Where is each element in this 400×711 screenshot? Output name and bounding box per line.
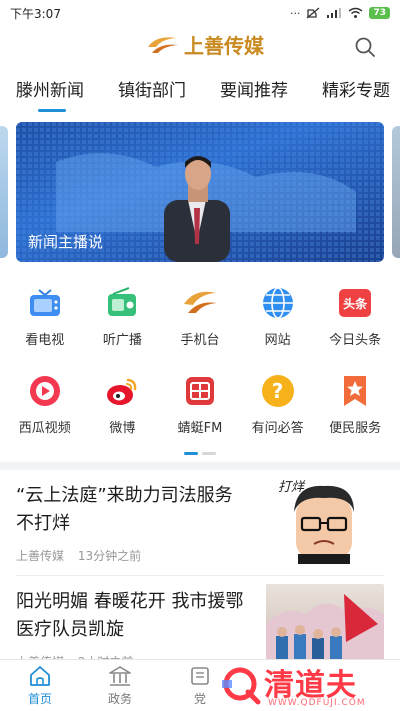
- party-icon: [191, 667, 209, 685]
- nav-label: 首页: [27, 692, 52, 706]
- logo-text: 上善传媒: [184, 34, 264, 58]
- news-title: “云上法庭”来助力司法服务不打烊: [16, 485, 233, 534]
- banner-caption: 新闻主播说: [28, 233, 104, 251]
- government-icon: [109, 666, 131, 686]
- thumb-caption: 打烊: [278, 480, 305, 495]
- category-tabs: 滕州新闻 镇街部门 要闻推荐 精彩专题: [0, 72, 400, 112]
- signal-icon: [327, 8, 342, 18]
- news-source: 上善传媒: [16, 549, 65, 563]
- bookmark-star-icon: [344, 376, 367, 406]
- dots-icon: ···: [289, 6, 301, 20]
- grid-item-label: 网站: [264, 333, 291, 348]
- grid-item-website[interactable]: 网站: [242, 284, 314, 372]
- page-dot: [202, 452, 216, 455]
- radio-icon: [108, 287, 137, 316]
- news-thumbnail: 打烊: [266, 478, 384, 564]
- logo-swoosh-icon: [148, 36, 178, 53]
- qingting-fm-icon: [185, 377, 214, 405]
- grid-item-label: 微博: [109, 421, 136, 436]
- tab-featured-topics[interactable]: 精彩专题: [306, 72, 390, 112]
- toutiao-badge-text: 头条: [343, 296, 368, 311]
- app-header: 上善传媒: [0, 26, 400, 68]
- question-icon: ?: [261, 375, 294, 407]
- grid-item-label: 手机台: [180, 333, 220, 348]
- tab-tengzhou-news[interactable]: 滕州新闻: [0, 72, 84, 112]
- banner-slide[interactable]: 新闻主播说: [16, 122, 384, 262]
- grid-item-toutiao[interactable]: 头条 今日头条: [319, 284, 391, 372]
- watermark-logo-icon: [222, 667, 261, 705]
- status-icons: ··· 73: [290, 7, 390, 20]
- nav-home[interactable]: 首页: [0, 660, 80, 711]
- grid-item-weibo[interactable]: 微博: [86, 372, 158, 460]
- tab-recommended-news[interactable]: 要闻推荐: [204, 72, 288, 112]
- status-time: 下午3:07: [10, 6, 61, 21]
- prev-slide-peek[interactable]: [0, 126, 8, 258]
- grid-page-indicator: [0, 452, 400, 455]
- grid-item-label: 蜻蜓FM: [177, 421, 223, 436]
- grid-item-qa[interactable]: ? 有问必答: [242, 372, 314, 460]
- section-divider: [0, 462, 400, 470]
- tab-town-departments[interactable]: 镇街部门: [102, 72, 186, 112]
- news-item[interactable]: “云上法庭”来助力司法服务不打烊 上善传媒 13分钟之前 打烊: [16, 470, 384, 576]
- grid-row: 看电视 听广播 手机台 网站 头条 今日头条: [0, 284, 400, 372]
- service-grid: 看电视 听广播 手机台 网站 头条 今日头条 西瓜视频 微博 蜻蜓FM ? 有问…: [0, 284, 400, 460]
- xigua-video-icon: [29, 376, 60, 406]
- app-logo: 上善传媒: [146, 30, 264, 59]
- nav-label: 政务: [107, 692, 132, 706]
- grid-item-qingting-fm[interactable]: 蜻蜓FM: [164, 372, 236, 460]
- grid-item-convenience-services[interactable]: 便民服务: [319, 372, 391, 460]
- search-icon[interactable]: [354, 36, 376, 58]
- home-icon: [30, 666, 50, 686]
- mute-icon: [307, 7, 320, 19]
- nav-government[interactable]: 政务: [80, 660, 160, 711]
- next-slide-peek[interactable]: [392, 126, 400, 258]
- watermark-url: WWW.QDFUJI.COM: [268, 698, 366, 708]
- grid-item-label: 看电视: [25, 333, 65, 348]
- grid-item-watch-tv[interactable]: 看电视: [9, 284, 81, 372]
- news-meta: 上善传媒 13分钟之前: [16, 547, 151, 564]
- grid-item-label: 有问必答: [251, 421, 304, 436]
- weibo-icon: [107, 378, 137, 405]
- grid-item-xigua-video[interactable]: 西瓜视频: [9, 372, 81, 460]
- question-mark: ?: [271, 379, 284, 403]
- wifi-icon: [349, 7, 363, 18]
- news-time: 13分钟之前: [77, 549, 142, 563]
- grid-item-label: 西瓜视频: [18, 421, 71, 436]
- grid-item-radio[interactable]: 听广播: [86, 284, 158, 372]
- toutiao-icon: 头条: [339, 289, 372, 317]
- grid-item-label: 听广播: [102, 333, 142, 348]
- nav-label: 党: [193, 692, 206, 706]
- tv-icon: [29, 289, 60, 316]
- news-list: “云上法庭”来助力司法服务不打烊 上善传媒 13分钟之前 打烊 阳光明媚 春暖花…: [0, 470, 400, 682]
- grid-item-mobile-station[interactable]: 手机台: [164, 284, 236, 372]
- banner-carousel: 新闻主播说: [0, 122, 400, 262]
- grid-item-label: 今日头条: [329, 333, 382, 348]
- news-title: 阳光明媚 春暖花开 我市援鄂医疗队员凯旋: [16, 591, 244, 640]
- phone-station-icon: [183, 291, 217, 313]
- watermark: 清道夫 WWW.QDFUJI.COM: [218, 658, 400, 711]
- page-dot-active: [184, 452, 198, 455]
- grid-item-label: 便民服务: [329, 421, 382, 436]
- status-bar: 下午3:07 ··· 73: [0, 0, 400, 26]
- grid-row: 西瓜视频 微博 蜻蜓FM ? 有问必答 便民服务: [0, 372, 400, 460]
- globe-icon: [262, 287, 293, 319]
- battery-icon: 73: [369, 7, 390, 19]
